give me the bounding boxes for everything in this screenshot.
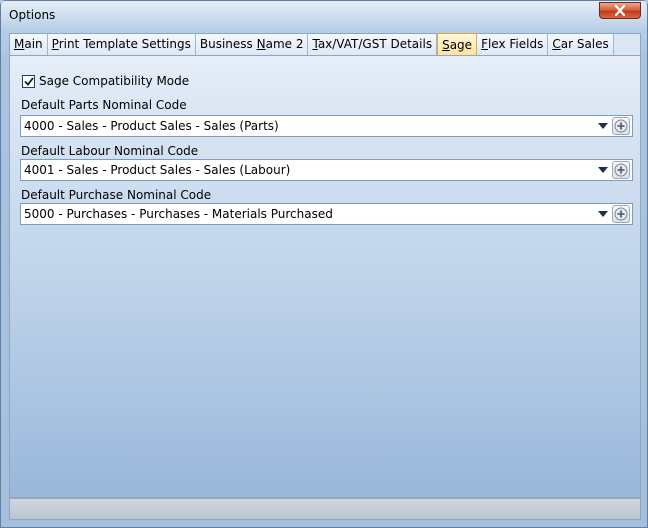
- parts-nominal-label: Default Parts Nominal Code: [21, 98, 187, 112]
- sage-settings-panel: Sage Compatibility Mode Default Parts No…: [9, 55, 641, 498]
- checkmark-icon: [23, 76, 34, 86]
- tab-car-sales[interactable]: Car Sales: [548, 34, 614, 55]
- window-title: Options: [9, 8, 56, 22]
- tab-mnemonic: C: [552, 37, 561, 51]
- parts-dropdown-button[interactable]: [596, 118, 610, 134]
- labour-dropdown-button[interactable]: [596, 162, 610, 178]
- plus-circle-icon: [614, 163, 628, 177]
- status-bar: [9, 498, 641, 520]
- purchase-nominal-value: 5000 - Purchases - Purchases - Materials…: [24, 207, 333, 221]
- plus-circle-icon: [614, 119, 628, 133]
- purchase-dropdown-button[interactable]: [596, 206, 610, 222]
- tab-mnemonic: P: [51, 37, 59, 51]
- tab-tax-vat-gst-details[interactable]: Tax/VAT/GST Details: [308, 34, 438, 55]
- sage-compatibility-row[interactable]: Sage Compatibility Mode: [22, 74, 189, 88]
- parts-add-button[interactable]: [612, 117, 630, 135]
- labour-nominal-value: 4001 - Sales - Product Sales - Sales (La…: [24, 163, 291, 177]
- title-bar[interactable]: Options: [1, 1, 647, 29]
- labour-nominal-combo[interactable]: 4001 - Sales - Product Sales - Sales (La…: [20, 159, 633, 181]
- plus-circle-icon: [614, 207, 628, 221]
- tab-print-template-settings[interactable]: Print Template Settings: [47, 34, 196, 55]
- tab-business-name-2[interactable]: Business Name 2: [195, 34, 309, 55]
- tab-mnemonic: S: [442, 38, 450, 52]
- dropdown-arrow-icon: [598, 167, 608, 173]
- close-icon: [614, 5, 626, 16]
- labour-nominal-label: Default Labour Nominal Code: [21, 144, 199, 158]
- close-button[interactable]: [599, 2, 641, 19]
- sage-compatibility-checkbox[interactable]: [22, 74, 35, 88]
- tab-mnemonic: T: [312, 37, 318, 51]
- labour-add-button[interactable]: [612, 161, 630, 179]
- dropdown-arrow-icon: [598, 123, 608, 129]
- options-window: Options Main Print Template Settings Bus…: [0, 0, 648, 528]
- tab-main[interactable]: Main: [10, 34, 48, 55]
- tab-flex-fields[interactable]: Flex Fields: [477, 34, 549, 55]
- parts-nominal-value: 4000 - Sales - Product Sales - Sales (Pa…: [24, 119, 279, 133]
- tab-strip: Main Print Template Settings Business Na…: [9, 33, 641, 55]
- purchase-nominal-combo[interactable]: 5000 - Purchases - Purchases - Materials…: [20, 203, 633, 225]
- tab-mnemonic: F: [481, 37, 488, 51]
- parts-nominal-combo[interactable]: 4000 - Sales - Product Sales - Sales (Pa…: [20, 115, 633, 137]
- purchase-add-button[interactable]: [612, 205, 630, 223]
- tab-sage[interactable]: Sage: [437, 33, 478, 55]
- purchase-nominal-label: Default Purchase Nominal Code: [21, 188, 212, 202]
- tab-mnemonic: M: [14, 37, 25, 51]
- sage-compatibility-label: Sage Compatibility Mode: [39, 74, 190, 88]
- tab-mnemonic: N: [256, 37, 266, 51]
- dropdown-arrow-icon: [598, 211, 608, 217]
